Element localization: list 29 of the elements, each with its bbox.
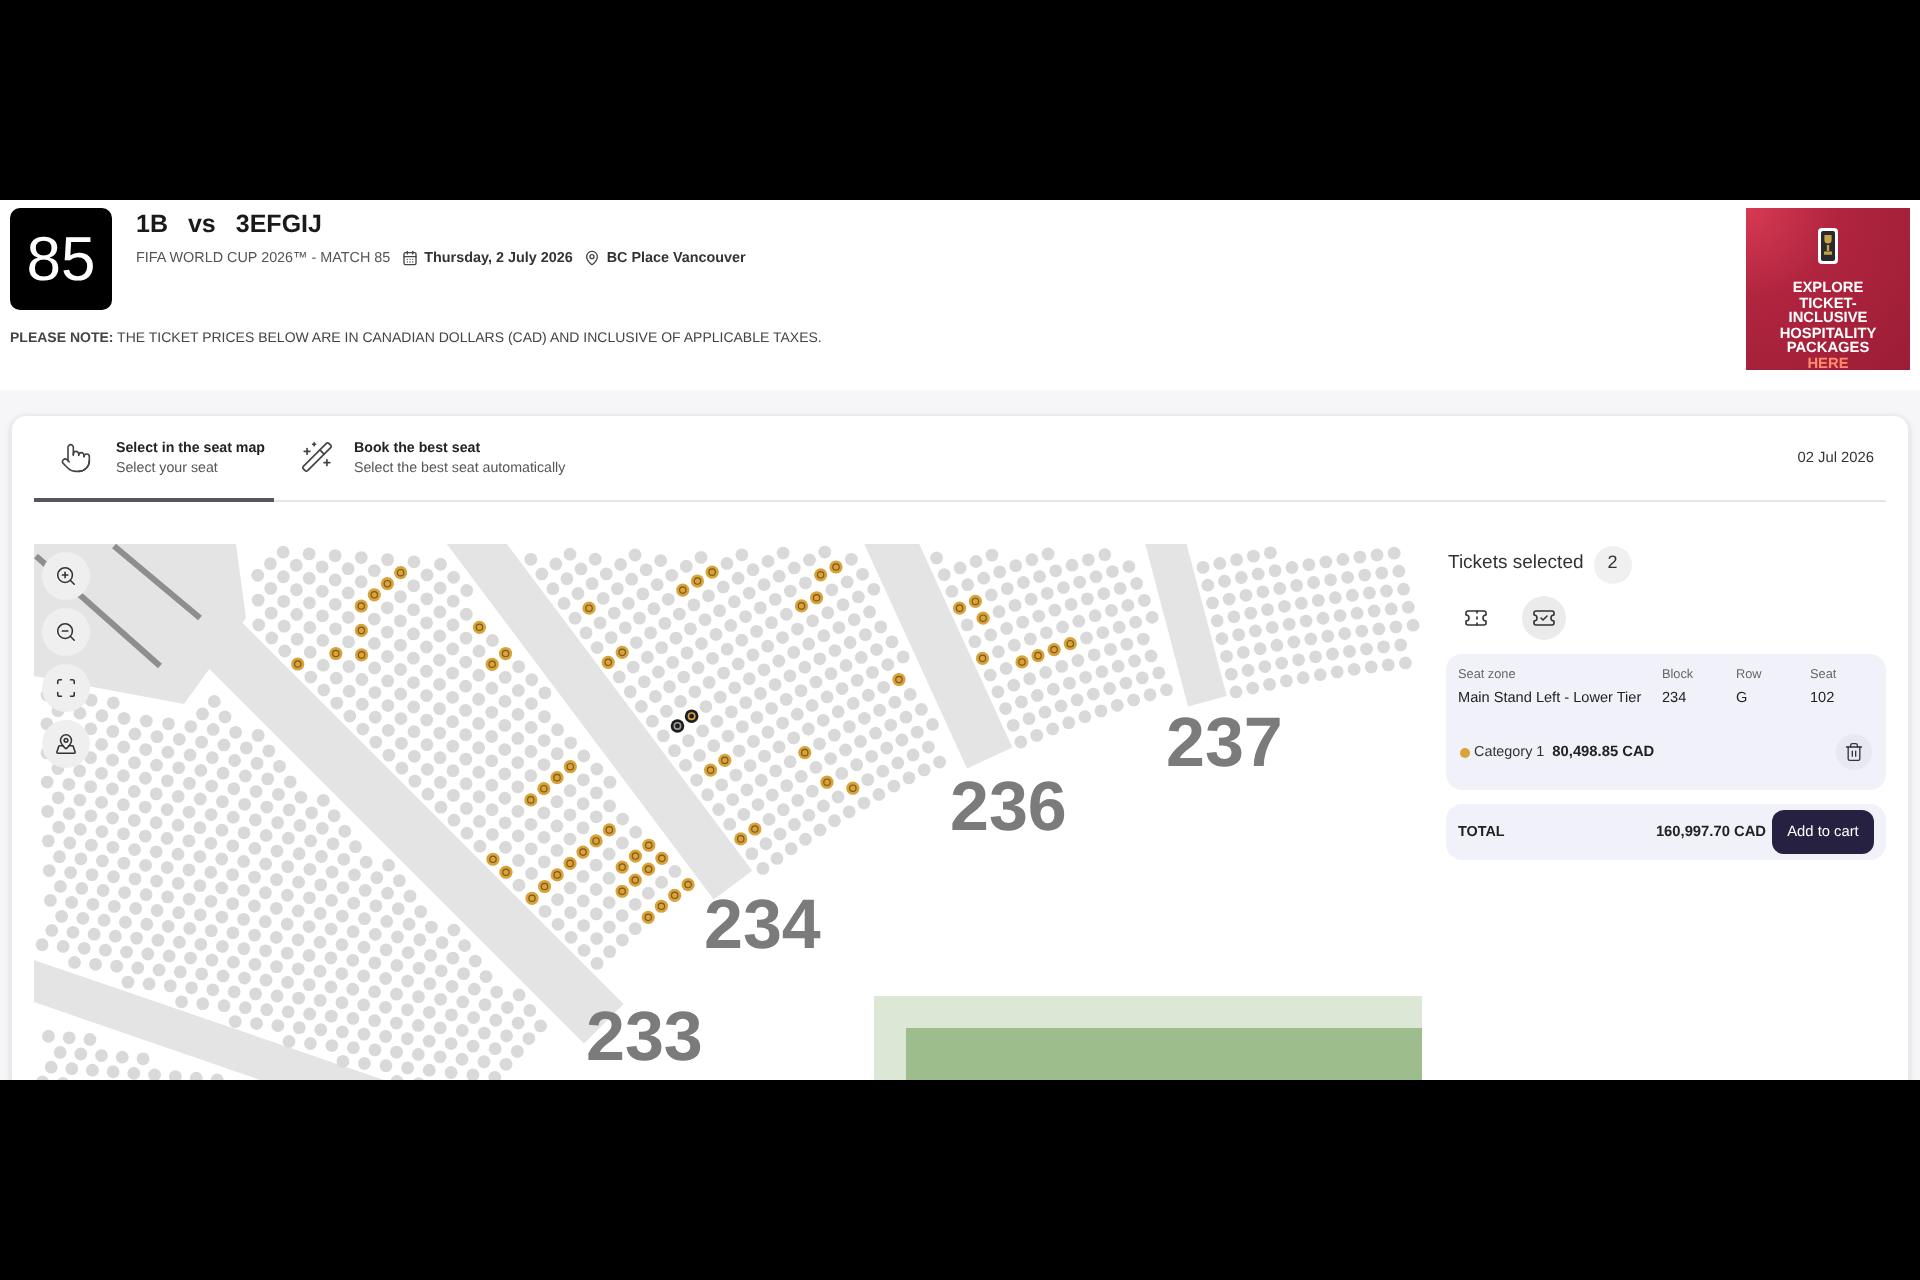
calendar-icon — [402, 250, 419, 266]
team-name: 3EFGIJ — [235, 210, 322, 238]
trophy-logo-icon — [1818, 228, 1838, 264]
view-toggle-button[interactable] — [1522, 596, 1566, 640]
count-badge: 2 — [1593, 545, 1632, 583]
block-number: 234 — [704, 886, 821, 964]
magic-wand-icon — [300, 440, 334, 474]
cart-title: Tickets selected — [1448, 549, 1584, 578]
versus-label: vs — [187, 210, 216, 238]
block-number: 233 — [586, 998, 703, 1076]
hand-pointer-icon — [60, 441, 92, 473]
delete-button[interactable] — [1836, 734, 1872, 770]
selected-seat[interactable] — [684, 709, 699, 723]
zoom-out-button[interactable] — [42, 608, 90, 656]
block-number: 236 — [950, 768, 1067, 846]
match-number: 85 — [10, 208, 112, 310]
map-pin-icon — [584, 250, 601, 266]
zoom-in-button[interactable] — [42, 552, 90, 600]
selected-seat[interactable] — [670, 719, 685, 733]
ticket-icon — [1464, 606, 1488, 630]
zoom-out-icon — [57, 623, 75, 641]
map-pin-icon — [56, 734, 76, 754]
ticket-check-icon — [1532, 606, 1556, 630]
zoom-in-icon — [57, 567, 75, 585]
block-number: 237 — [1166, 704, 1283, 782]
fullscreen-icon — [57, 679, 75, 697]
trash-icon — [1844, 742, 1864, 762]
team-name: 1B — [136, 210, 168, 238]
map-view-button[interactable] — [42, 720, 90, 768]
